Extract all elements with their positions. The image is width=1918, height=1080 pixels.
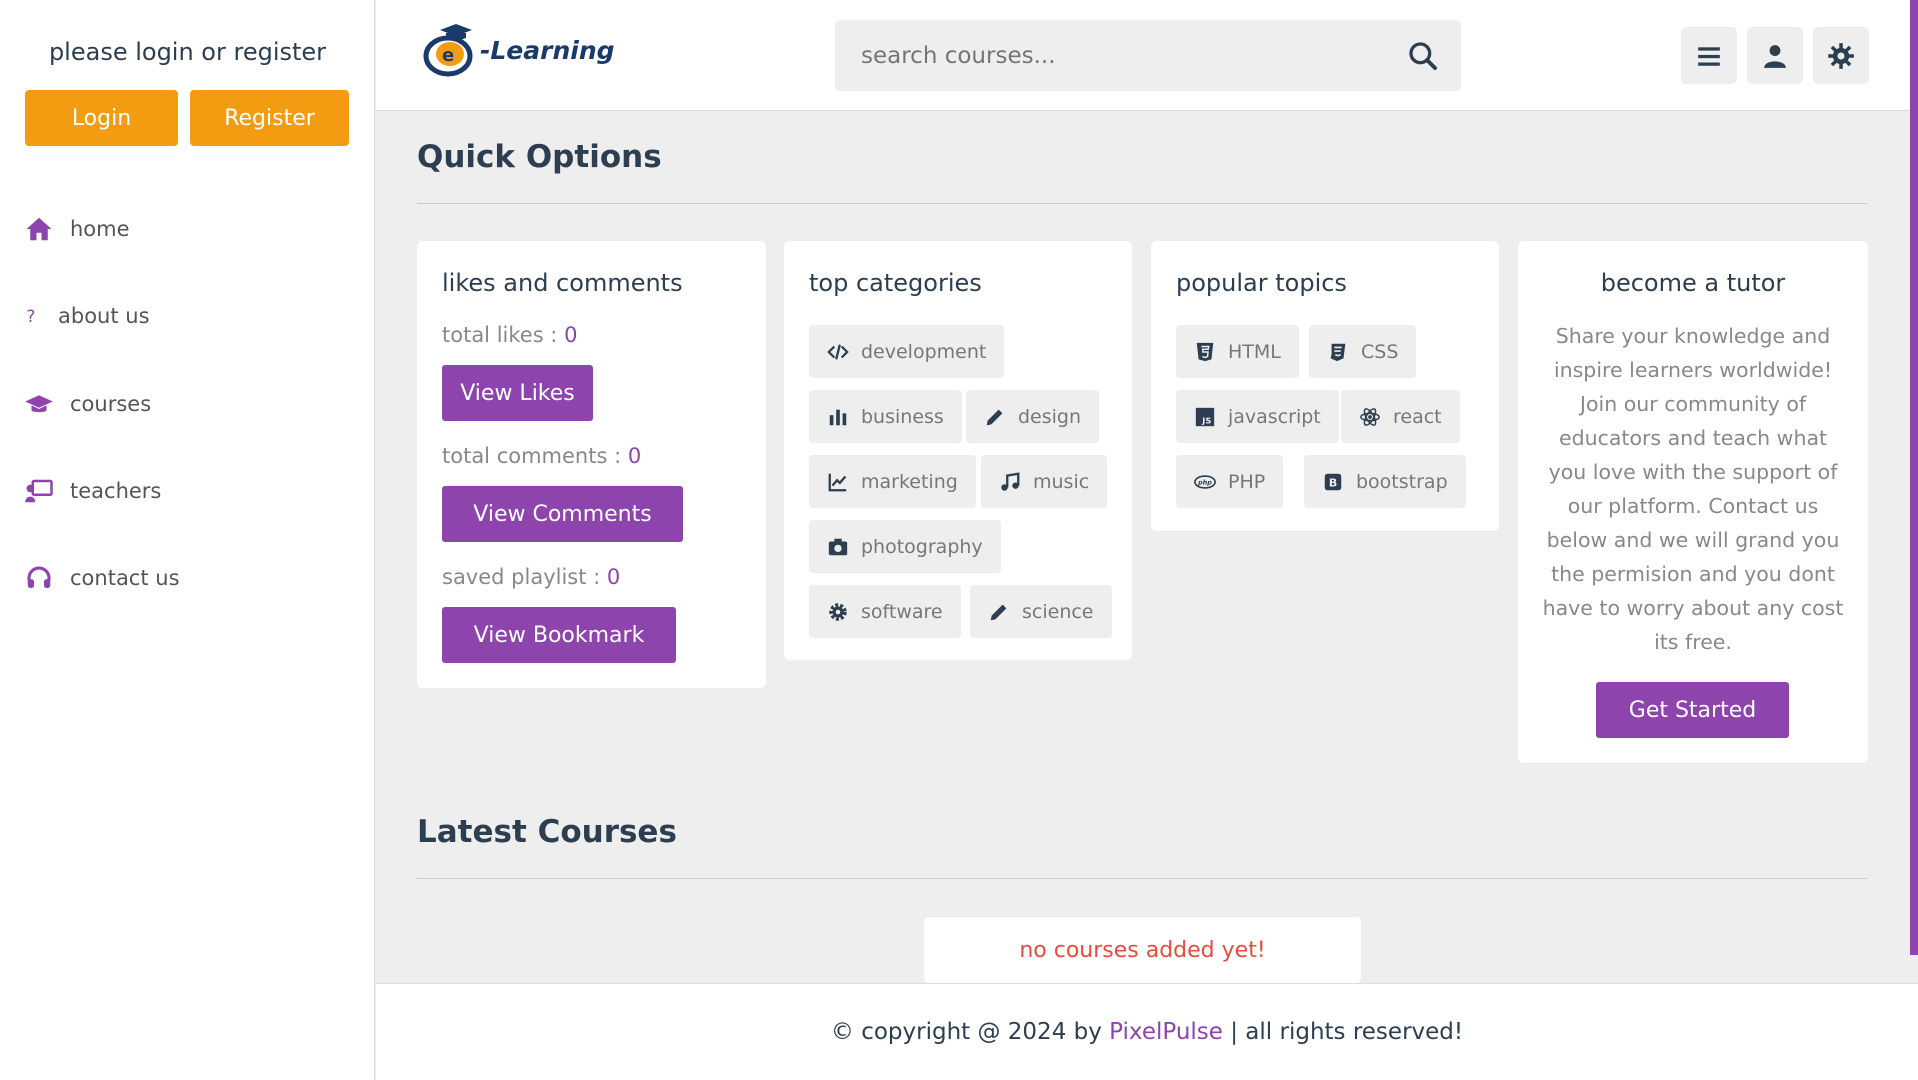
sidebar-item-label: home xyxy=(70,217,130,241)
tag-design[interactable]: design xyxy=(966,390,1100,443)
tag-react[interactable]: react xyxy=(1341,390,1460,443)
tag-development[interactable]: development xyxy=(809,325,1005,378)
pen-icon xyxy=(990,604,1007,620)
search-bar xyxy=(835,20,1461,91)
divider xyxy=(417,203,1867,204)
total-likes: total likes : 0 xyxy=(442,323,578,347)
sidebar-item-home[interactable]: home xyxy=(24,214,130,244)
login-button[interactable]: Login xyxy=(25,90,178,146)
bootstrap-icon: B xyxy=(1324,473,1342,490)
settings-icon xyxy=(1828,42,1854,69)
card-title: popular topics xyxy=(1176,269,1347,297)
tag-css[interactable]: CSS xyxy=(1309,325,1417,378)
likes-card: likes and comments total likes : 0 View … xyxy=(417,241,766,688)
chalkboard-teacher-icon xyxy=(25,479,53,503)
house-icon xyxy=(26,217,52,241)
menu-button[interactable] xyxy=(1681,27,1737,84)
card-title: become a tutor xyxy=(1600,269,1786,297)
logo-text: -Learning xyxy=(480,35,615,65)
quick-options-title: Quick Options xyxy=(417,139,662,175)
tag-marketing[interactable]: marketing xyxy=(809,455,976,508)
react-icon xyxy=(1360,407,1380,426)
sidebar-item-teachers[interactable]: teachers xyxy=(24,476,161,506)
footer-prefix: © copyright @ 2024 by xyxy=(830,1019,1110,1045)
user-icon xyxy=(1764,44,1786,68)
total-comments: total comments : 0 xyxy=(442,444,642,468)
camera-icon xyxy=(828,538,848,555)
tag-music[interactable]: music xyxy=(981,455,1108,508)
settings-button[interactable] xyxy=(1813,27,1869,84)
view-bookmark-button[interactable]: View Bookmark xyxy=(442,607,676,663)
tag-software[interactable]: software xyxy=(809,585,961,638)
search-input[interactable] xyxy=(835,20,1375,91)
card-title: likes and comments xyxy=(442,269,683,297)
tutor-card: become a tutor Share your knowledge and … xyxy=(1518,241,1868,763)
js-icon: JS xyxy=(1195,407,1215,426)
sidebar-item-label: teachers xyxy=(70,479,162,503)
html5-icon xyxy=(1196,342,1214,361)
sidebar-item-contact[interactable]: contact us xyxy=(24,563,180,593)
svg-text:B: B xyxy=(1329,476,1337,489)
user-button[interactable] xyxy=(1747,27,1803,84)
logo[interactable]: e -Learning xyxy=(420,22,615,78)
footer-suffix: | all rights reserved! xyxy=(1222,1019,1464,1045)
card-title: top categories xyxy=(809,269,982,297)
header: e -Learning xyxy=(376,0,1918,111)
tutor-description: Share your knowledge and inspire learner… xyxy=(1542,324,1844,654)
tag-business[interactable]: business xyxy=(809,390,962,443)
logo-icon: e xyxy=(423,24,473,77)
tag-photography[interactable]: photography xyxy=(809,520,1001,573)
svg-text:php: php xyxy=(1197,478,1212,486)
register-button[interactable]: Register xyxy=(190,90,349,146)
categories-card: top categories development business desi… xyxy=(784,241,1132,660)
topics-card: popular topics HTML CSS JS javascript re… xyxy=(1151,241,1499,531)
sidebar-item-label: courses xyxy=(70,392,152,416)
cog-icon xyxy=(829,602,847,621)
music-icon xyxy=(1001,471,1020,491)
sidebar-item-label: about us xyxy=(58,304,150,328)
tag-javascript[interactable]: JS javascript xyxy=(1176,390,1339,443)
tag-html[interactable]: HTML xyxy=(1176,325,1299,378)
view-likes-button[interactable]: View Likes xyxy=(442,365,593,421)
comments-count: 0 xyxy=(627,444,642,468)
php-icon: php xyxy=(1194,474,1216,489)
saved-playlist: saved playlist : 0 xyxy=(442,565,621,589)
search-icon[interactable] xyxy=(1407,40,1439,72)
pencil-icon xyxy=(986,409,1003,425)
view-comments-button[interactable]: View Comments xyxy=(442,486,683,542)
divider xyxy=(417,878,1867,879)
question-icon: ? xyxy=(27,307,36,326)
sidebar: please login or register Login Register … xyxy=(0,0,375,1080)
scrollbar[interactable] xyxy=(1910,0,1918,955)
headset-icon xyxy=(27,566,51,588)
chart-line-icon xyxy=(828,473,847,491)
sidebar-item-label: contact us xyxy=(70,566,180,590)
sidebar-item-courses[interactable]: courses xyxy=(24,389,151,419)
tag-bootstrap[interactable]: B bootstrap xyxy=(1304,455,1466,508)
chart-bar-icon xyxy=(829,409,847,425)
svg-text:?: ? xyxy=(27,307,36,326)
css3-icon xyxy=(1330,343,1346,361)
get-started-button[interactable]: Get Started xyxy=(1596,682,1789,738)
footer-brand-link[interactable]: PixelPulse xyxy=(1109,1019,1223,1045)
tag-science[interactable]: science xyxy=(970,585,1112,638)
sidebar-item-about[interactable]: ? about us xyxy=(24,301,150,331)
sidebar-title: please login or register xyxy=(48,38,327,66)
code-icon xyxy=(827,343,849,360)
tag-php[interactable]: php PHP xyxy=(1176,455,1284,508)
footer: © copyright @ 2024 by PixelPulse | all r… xyxy=(376,983,1918,1080)
playlist-count: 0 xyxy=(606,565,621,589)
menu-icon xyxy=(1698,46,1720,66)
latest-courses-title: Latest Courses xyxy=(417,814,677,850)
svg-text:JS: JS xyxy=(1201,415,1211,425)
likes-count: 0 xyxy=(564,323,578,347)
empty-message: no courses added yet! xyxy=(924,917,1361,983)
svg-text:e: e xyxy=(442,45,454,66)
graduation-cap-icon xyxy=(25,395,53,413)
